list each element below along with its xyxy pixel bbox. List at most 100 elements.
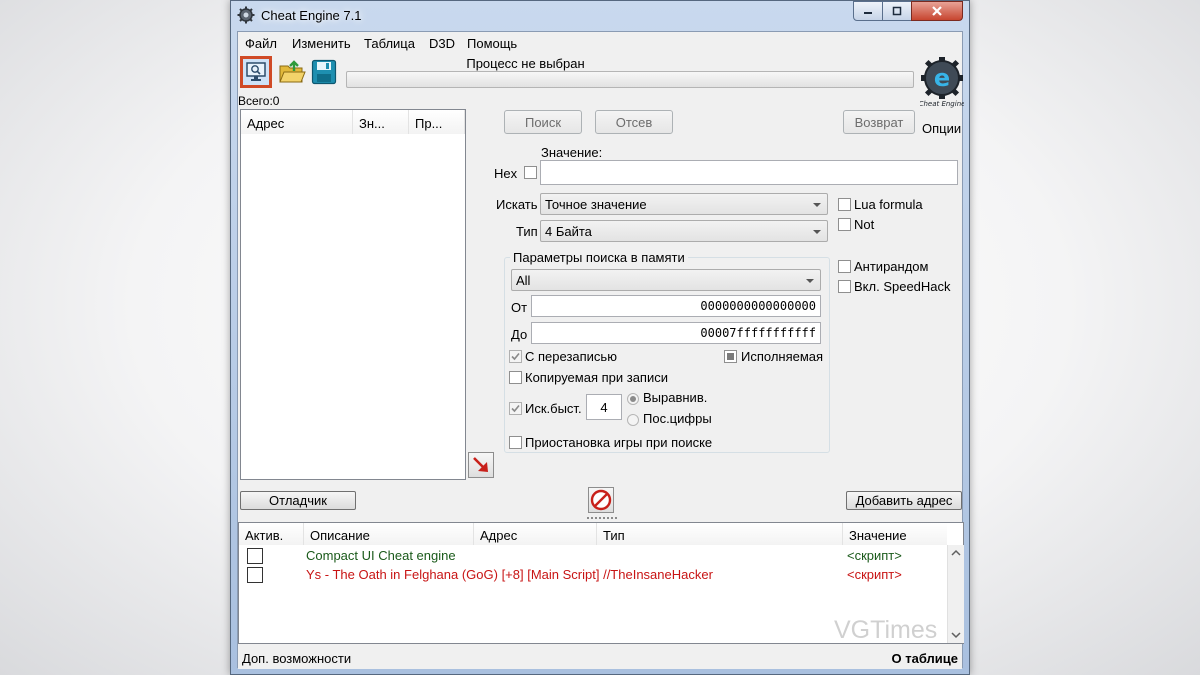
cheat-engine-logo-icon: e Cheat Engine bbox=[919, 57, 965, 108]
memory-region-select[interactable]: All bbox=[511, 269, 821, 291]
column-type[interactable]: Тип bbox=[597, 523, 843, 545]
column-description[interactable]: Описание bbox=[304, 523, 474, 545]
scan-type-value: Точное значение bbox=[545, 197, 647, 212]
table-extras-link[interactable]: О таблице bbox=[892, 651, 959, 666]
menu-edit[interactable]: Изменить bbox=[292, 36, 351, 51]
scroll-down-icon bbox=[951, 632, 961, 639]
advanced-options-link[interactable]: Доп. возможности bbox=[242, 651, 351, 666]
writable-checkbox[interactable] bbox=[509, 350, 522, 363]
speedhack-checkbox[interactable] bbox=[838, 280, 851, 293]
checkmark-icon bbox=[511, 352, 520, 361]
start-address-value: 0000000000000000 bbox=[700, 299, 816, 313]
not-checkbox[interactable] bbox=[838, 218, 851, 231]
minimize-icon bbox=[864, 12, 872, 14]
scan-type-label: Искать bbox=[496, 197, 538, 212]
column-address[interactable]: Адрес bbox=[474, 523, 597, 545]
chevron-down-icon bbox=[813, 203, 821, 207]
progress-bar bbox=[346, 71, 914, 88]
cheat-engine-logo[interactable]: e Cheat Engine bbox=[919, 54, 965, 116]
hex-label: Hex bbox=[494, 166, 518, 181]
menu-d3d[interactable]: D3D bbox=[429, 36, 455, 51]
process-label: Процесс не выбран bbox=[466, 56, 585, 71]
column-value[interactable]: Значение bbox=[843, 523, 947, 545]
results-column-value[interactable]: Зн... bbox=[353, 110, 409, 134]
speedhack-label: Вкл. SpeedHack bbox=[854, 279, 951, 294]
menu-file[interactable]: Файл bbox=[245, 36, 277, 51]
close-button[interactable] bbox=[911, 1, 963, 21]
value-type-value: 4 Байта bbox=[545, 224, 592, 239]
menu-bar: Файл Изменить Таблица D3D Помощь bbox=[238, 32, 962, 54]
writable-label: С перезаписью bbox=[525, 349, 617, 364]
stop-icon bbox=[590, 489, 612, 511]
menu-table[interactable]: Таблица bbox=[364, 36, 415, 51]
indeterminate-mark-icon bbox=[727, 353, 734, 360]
arrow-down-right-icon bbox=[473, 457, 488, 472]
table-row[interactable]: Ys - The Oath in Felghana (GoG) [+8] [Ma… bbox=[239, 566, 947, 585]
stop-address-input[interactable]: 00007fffffffffff bbox=[531, 322, 821, 344]
scan-type-select[interactable]: Точное значение bbox=[540, 193, 828, 215]
hex-checkbox[interactable] bbox=[524, 166, 537, 179]
executable-checkbox[interactable] bbox=[724, 350, 737, 363]
undo-scan-button[interactable]: Возврат bbox=[843, 110, 915, 134]
select-process-button[interactable] bbox=[240, 56, 272, 88]
lua-formula-checkbox[interactable] bbox=[838, 198, 851, 211]
cheat-engine-window: Cheat Engine 7.1 Файл Изменить Таблица D… bbox=[230, 0, 970, 675]
save-button[interactable] bbox=[308, 56, 340, 88]
alignment-radio[interactable] bbox=[627, 393, 639, 405]
pause-game-checkbox[interactable] bbox=[509, 436, 522, 449]
memory-view-button[interactable]: Отладчик bbox=[240, 491, 356, 510]
row-description: Ys - The Oath in Felghana (GoG) [+8] [Ma… bbox=[306, 567, 713, 582]
next-scan-button[interactable]: Отсев bbox=[595, 110, 673, 134]
title-bar[interactable]: Cheat Engine 7.1 bbox=[231, 1, 969, 31]
options-link[interactable]: Опции bbox=[922, 121, 961, 136]
row-active-checkbox[interactable] bbox=[247, 548, 263, 564]
value-input[interactable] bbox=[540, 160, 958, 185]
cheat-engine-gear-icon bbox=[237, 6, 255, 24]
memory-region-value: All bbox=[516, 273, 531, 288]
not-label: Not bbox=[854, 217, 875, 232]
svg-text:e: e bbox=[934, 64, 950, 92]
table-row[interactable]: Compact UI Cheat engine <скрипт> bbox=[239, 547, 947, 566]
stop-address-value: 00007fffffffffff bbox=[700, 326, 816, 340]
svg-text:Cheat Engine: Cheat Engine bbox=[920, 100, 964, 108]
last-digits-label: Пос.цифры bbox=[643, 411, 712, 426]
to-label: До bbox=[511, 327, 528, 342]
row-active-checkbox[interactable] bbox=[247, 567, 263, 583]
fast-scan-value-input[interactable]: 4 bbox=[586, 394, 622, 420]
address-list-scrollbar[interactable] bbox=[947, 545, 964, 643]
watermark: VGTimes bbox=[834, 616, 938, 644]
value-type-label: Тип bbox=[516, 224, 538, 239]
copy-on-write-checkbox[interactable] bbox=[509, 371, 522, 384]
memory-scan-options-title: Параметры поиска в памяти bbox=[510, 250, 688, 265]
executable-label: Исполняемая bbox=[741, 349, 824, 364]
unrandomizer-checkbox[interactable] bbox=[838, 260, 851, 273]
checkmark-icon bbox=[511, 404, 520, 413]
open-file-button[interactable] bbox=[276, 56, 308, 88]
fast-scan-checkbox[interactable] bbox=[509, 402, 522, 415]
select-process-icon bbox=[246, 62, 266, 81]
value-type-select[interactable]: 4 Байта bbox=[540, 220, 828, 242]
scan-results-list[interactable]: Адрес Зн... Пр... bbox=[240, 109, 466, 480]
add-to-list-button[interactable] bbox=[468, 452, 494, 478]
add-address-button[interactable]: Добавить адрес bbox=[846, 491, 962, 510]
stop-button[interactable] bbox=[588, 487, 614, 513]
open-file-icon bbox=[279, 60, 306, 83]
maximize-button[interactable] bbox=[882, 1, 912, 21]
last-digits-radio[interactable] bbox=[627, 414, 639, 426]
row-value: <скрипт> bbox=[847, 567, 902, 582]
unrandomizer-label: Антирандом bbox=[854, 259, 929, 274]
start-address-input[interactable]: 0000000000000000 bbox=[531, 295, 821, 317]
results-column-previous[interactable]: Пр... bbox=[409, 110, 465, 134]
close-icon bbox=[932, 6, 942, 16]
maximize-icon bbox=[892, 6, 902, 16]
found-count: Всего:0 bbox=[238, 94, 280, 108]
first-scan-button[interactable]: Поиск bbox=[504, 110, 582, 134]
results-column-address[interactable]: Адрес bbox=[241, 110, 353, 134]
status-bar: Доп. возможности О таблице bbox=[238, 647, 962, 669]
menu-help[interactable]: Помощь bbox=[467, 36, 517, 51]
chevron-down-icon bbox=[813, 230, 821, 234]
from-label: От bbox=[511, 300, 528, 315]
column-active[interactable]: Актив. bbox=[239, 523, 304, 545]
value-label: Значение: bbox=[541, 145, 603, 160]
minimize-button[interactable] bbox=[853, 1, 883, 21]
